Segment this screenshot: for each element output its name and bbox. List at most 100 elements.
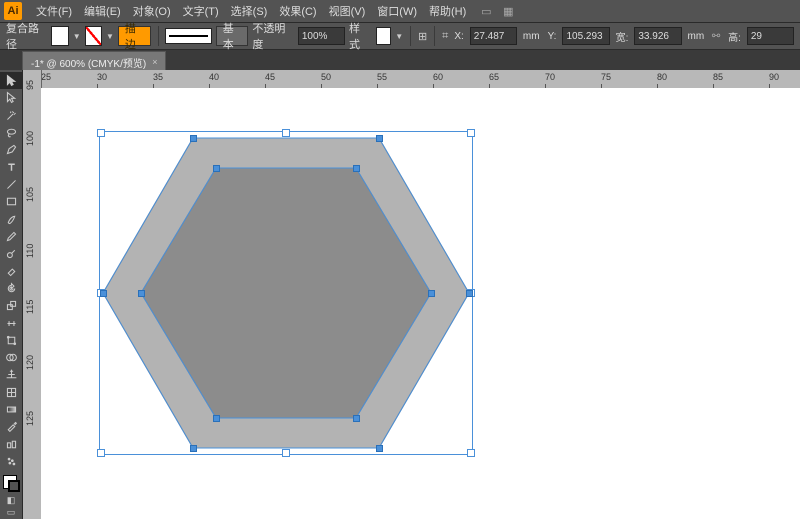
- paintbrush-tool[interactable]: [0, 211, 22, 228]
- style-preset[interactable]: 基本: [216, 26, 249, 46]
- ruler-horizontal[interactable]: 2530354045505560657075808590: [41, 70, 800, 89]
- h-field[interactable]: 29: [747, 27, 794, 45]
- mesh-tool[interactable]: [0, 384, 22, 401]
- align-icon[interactable]: ⊞: [418, 30, 427, 43]
- anchor-point[interactable]: [376, 445, 383, 452]
- anchor-point[interactable]: [190, 135, 197, 142]
- close-tab-icon[interactable]: ×: [152, 57, 157, 67]
- eraser-tool[interactable]: [0, 262, 22, 279]
- color-mode-row[interactable]: ◧: [0, 495, 22, 507]
- anchor-point[interactable]: [138, 290, 145, 297]
- anchor-point[interactable]: [190, 445, 197, 452]
- gradient-tool[interactable]: [0, 401, 22, 418]
- arrange-icon[interactable]: ▦: [500, 3, 516, 19]
- blend-tool[interactable]: [0, 436, 22, 453]
- w-field[interactable]: 33.926: [634, 27, 681, 45]
- ruler-tick: 25: [41, 72, 51, 82]
- opacity-field[interactable]: 100%: [298, 27, 345, 45]
- menu-object[interactable]: 对象(O): [127, 3, 177, 19]
- magic-wand-tool[interactable]: [0, 107, 22, 124]
- menu-window[interactable]: 窗口(W): [371, 3, 423, 19]
- handle-top-left[interactable]: [97, 129, 105, 137]
- stroke-swatch[interactable]: [85, 26, 102, 46]
- handle-bottom-left[interactable]: [97, 449, 105, 457]
- menu-edit[interactable]: 编辑(E): [78, 3, 127, 19]
- stroke-dropdown-icon[interactable]: ▼: [106, 32, 114, 41]
- anchor-point[interactable]: [353, 165, 360, 172]
- selection-tool[interactable]: [0, 72, 22, 89]
- document-tab-title: -1* @ 600% (CMYK/预览): [31, 55, 146, 70]
- anchor-point[interactable]: [353, 415, 360, 422]
- type-tool[interactable]: [0, 159, 22, 176]
- stroke-panel-button[interactable]: 描边: [118, 26, 151, 46]
- scale-tool[interactable]: [0, 297, 22, 314]
- symbol-sprayer-tool[interactable]: [0, 453, 22, 470]
- anchor-point[interactable]: [466, 290, 473, 297]
- ruler-tick: 105: [25, 187, 35, 202]
- style-label: 样式: [349, 20, 368, 52]
- rotate-tool[interactable]: [0, 280, 22, 297]
- anchor-point[interactable]: [428, 290, 435, 297]
- menu-select[interactable]: 选择(S): [225, 3, 274, 19]
- ruler-tick: 35: [153, 72, 163, 82]
- brush-preview[interactable]: [165, 28, 211, 44]
- y-field[interactable]: 105.293: [562, 27, 609, 45]
- artboard[interactable]: [41, 88, 800, 519]
- ruler-tick: 45: [265, 72, 275, 82]
- ruler-vertical[interactable]: 95100105110115120125: [23, 70, 42, 519]
- anchor-point[interactable]: [376, 135, 383, 142]
- transform-icon[interactable]: ⌗: [442, 30, 448, 43]
- lasso-tool[interactable]: [0, 124, 22, 141]
- handle-top-center[interactable]: [282, 129, 290, 137]
- ruler-tick: 60: [433, 72, 443, 82]
- anchor-point[interactable]: [213, 165, 220, 172]
- selected-object[interactable]: [101, 133, 471, 453]
- shape-builder-tool[interactable]: [0, 349, 22, 366]
- direct-selection-tool[interactable]: [0, 89, 22, 106]
- blob-brush-tool[interactable]: [0, 245, 22, 262]
- handle-top-right[interactable]: [467, 129, 475, 137]
- free-transform-tool[interactable]: [0, 332, 22, 349]
- layout-icon[interactable]: ▭: [478, 3, 494, 19]
- perspective-grid-tool[interactable]: [0, 366, 22, 383]
- handle-bottom-right[interactable]: [467, 449, 475, 457]
- canvas-area: 2530354045505560657075808590 95100105110…: [23, 70, 800, 519]
- workspace: ◧ ▭ 2530354045505560657075808590 9510010…: [0, 70, 800, 519]
- fill-swatch[interactable]: [51, 26, 68, 46]
- ruler-tick: 100: [25, 131, 35, 146]
- opacity-label: 不透明度: [252, 20, 289, 52]
- ruler-tick: 75: [601, 72, 611, 82]
- app-logo: Ai: [4, 2, 22, 20]
- line-tool[interactable]: [0, 176, 22, 193]
- graphic-style-swatch[interactable]: [376, 27, 392, 45]
- rectangle-tool[interactable]: [0, 193, 22, 210]
- selection-type-label: 复合路径: [6, 20, 43, 52]
- fill-dropdown-icon[interactable]: ▼: [73, 32, 81, 41]
- menu-bar: Ai 文件(F) 编辑(E) 对象(O) 文字(T) 选择(S) 效果(C) 视…: [0, 0, 800, 23]
- menu-file[interactable]: 文件(F): [30, 3, 78, 19]
- menu-view[interactable]: 视图(V): [323, 3, 372, 19]
- separator: [434, 26, 435, 46]
- tools-panel: ◧ ▭: [0, 70, 23, 519]
- x-field[interactable]: 27.487: [470, 27, 517, 45]
- w-label: 宽:: [616, 29, 629, 44]
- menu-help[interactable]: 帮助(H): [423, 3, 472, 19]
- ruler-tick: 120: [25, 355, 35, 370]
- link-wh-icon[interactable]: ⚯: [710, 29, 722, 43]
- anchor-point[interactable]: [213, 415, 220, 422]
- screen-mode-row[interactable]: ▭: [0, 507, 22, 519]
- handle-bottom-center[interactable]: [282, 449, 290, 457]
- menu-type[interactable]: 文字(T): [177, 3, 225, 19]
- eyedropper-tool[interactable]: [0, 418, 22, 435]
- anchor-point[interactable]: [100, 290, 107, 297]
- pencil-tool[interactable]: [0, 228, 22, 245]
- w-unit: mm: [688, 31, 705, 42]
- fill-stroke-indicator[interactable]: [0, 472, 22, 495]
- ruler-tick: 85: [713, 72, 723, 82]
- width-tool[interactable]: [0, 314, 22, 331]
- menu-effect[interactable]: 效果(C): [273, 3, 322, 19]
- h-label: 高:: [728, 29, 741, 44]
- document-tab[interactable]: -1* @ 600% (CMYK/预览) ×: [22, 51, 166, 72]
- pen-tool[interactable]: [0, 141, 22, 158]
- style-dropdown-icon[interactable]: ▼: [395, 32, 403, 41]
